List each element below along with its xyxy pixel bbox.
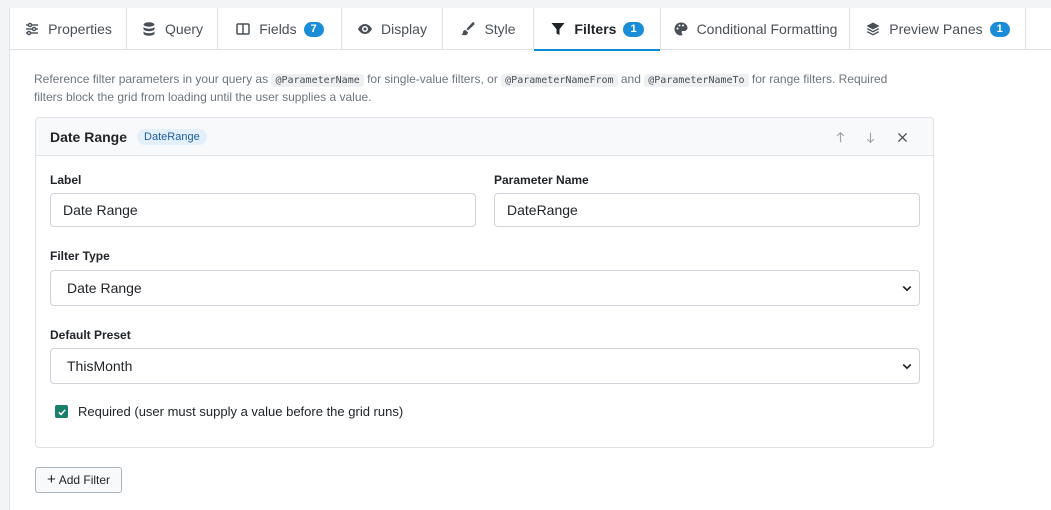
add-filter-button[interactable]: + Add Filter — [35, 467, 122, 493]
code-parameter-name: @ParameterName — [271, 74, 364, 87]
move-down-button[interactable] — [860, 127, 880, 147]
chevron-down-icon — [902, 363, 912, 370]
layers-icon — [865, 21, 881, 37]
tab-query[interactable]: Query — [127, 8, 218, 50]
preview-panes-count-badge: 1 — [989, 21, 1010, 37]
label-field-label: Label — [50, 173, 82, 187]
tab-filters[interactable]: Filters 1 — [534, 8, 661, 51]
parameter-name-label: Parameter Name — [494, 173, 589, 187]
filter-type-select[interactable]: Date Range — [50, 270, 920, 306]
required-label[interactable]: Required (user must supply a value befor… — [78, 404, 403, 419]
checkmark-icon — [57, 408, 66, 416]
tab-properties[interactable]: Properties — [10, 8, 127, 50]
close-icon — [897, 132, 907, 142]
code-parameter-name-from: @ParameterNameFrom — [501, 74, 618, 87]
filter-card-header: Date Range DateRange — [36, 118, 933, 156]
tab-bar: Properties Query Fields 7 Display Style … — [10, 8, 1051, 51]
help-text-part: Reference filter parameters in your quer… — [34, 72, 269, 86]
tab-label: Query — [164, 21, 204, 37]
plus-icon: + — [46, 471, 56, 488]
tab-label: Preview Panes — [889, 21, 983, 37]
filters-count-badge: 1 — [623, 21, 644, 37]
chevron-down-icon — [902, 285, 912, 292]
tab-conditional-formatting[interactable]: Conditional Formatting — [661, 8, 850, 50]
filters-help-text: Reference filter parameters in your quer… — [34, 71, 914, 106]
tab-preview-panes[interactable]: Preview Panes 1 — [850, 8, 1026, 50]
tab-label: Conditional Formatting — [696, 21, 838, 37]
brush-icon — [460, 21, 476, 37]
tab-fields[interactable]: Fields 7 — [218, 8, 342, 50]
default-preset-select[interactable]: ThisMonth — [50, 348, 920, 384]
columns-icon — [235, 21, 251, 37]
label-input[interactable]: Date Range — [50, 193, 476, 227]
arrow-up-icon — [836, 131, 844, 142]
move-up-button[interactable] — [830, 127, 850, 147]
database-icon — [141, 21, 157, 37]
parameter-name-input[interactable]: DateRange — [494, 193, 920, 227]
help-text-part: and — [620, 72, 641, 86]
required-checkbox[interactable] — [55, 405, 68, 418]
tab-style[interactable]: Style — [443, 8, 534, 50]
filter-type-value: Date Range — [67, 280, 142, 296]
tab-display[interactable]: Display — [342, 8, 443, 50]
default-preset-value: ThisMonth — [67, 358, 133, 374]
tab-label: Filters — [574, 21, 617, 37]
default-preset-label: Default Preset — [50, 328, 131, 342]
sliders-icon — [24, 21, 40, 37]
fields-count-badge: 7 — [303, 21, 324, 37]
remove-filter-button[interactable] — [892, 127, 912, 147]
tab-label: Display — [381, 21, 427, 37]
filter-title: Date Range — [50, 128, 128, 145]
tab-label: Fields — [259, 21, 297, 37]
tab-label: Style — [484, 21, 516, 37]
filter-type-label: Filter Type — [50, 249, 110, 263]
add-filter-label: Add Filter — [58, 473, 111, 487]
filter-icon — [550, 21, 566, 37]
parameter-badge: DateRange — [137, 128, 207, 145]
palette-icon — [673, 21, 689, 37]
filters-panel: Properties Query Fields 7 Display Style … — [9, 8, 1051, 510]
tab-label: Properties — [48, 21, 112, 37]
arrow-down-icon — [866, 132, 874, 143]
code-parameter-name-to: @ParameterNameTo — [644, 74, 749, 87]
eye-icon — [357, 21, 373, 37]
help-text-part: for single-value filters, or — [367, 72, 498, 86]
filter-card: Date Range DateRange Label Date Range Pa… — [35, 117, 934, 448]
